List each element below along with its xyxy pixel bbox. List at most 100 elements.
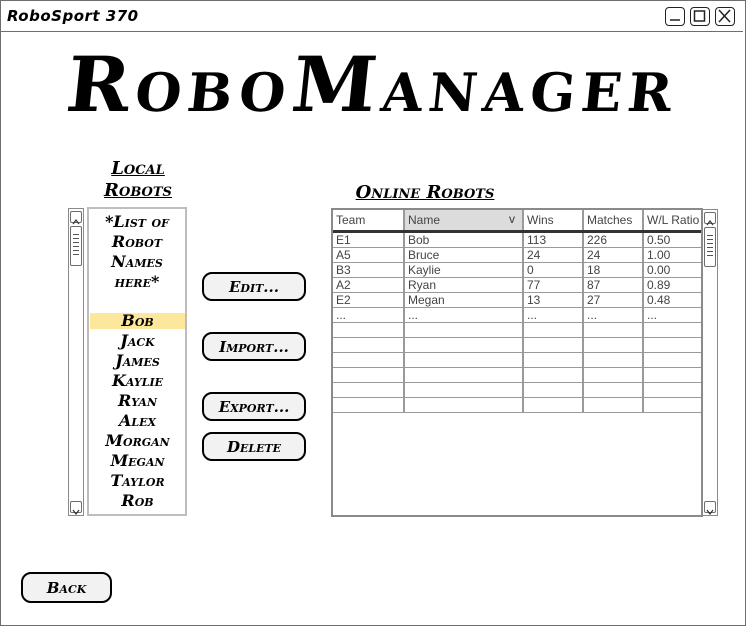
list-item[interactable]: Rob [90,493,185,509]
table-cell: 0.89 [643,277,701,293]
online-robots-label: Online Robots [355,182,495,203]
app-title: RoboManager [62,40,684,129]
close-icon[interactable] [715,7,735,26]
list-item[interactable]: Ryan [90,393,185,409]
table-cell [643,322,701,338]
scroll-up-arrow-icon[interactable] [704,212,716,226]
table-cell [643,337,701,353]
online-table-scrollbar[interactable] [702,209,718,516]
table-cell [404,367,524,383]
edit-button[interactable]: Edit... [202,272,306,301]
scroll-thumb[interactable] [704,227,716,267]
table-cell [523,382,584,398]
table-cell [583,397,644,413]
table-cell [333,367,405,383]
table-cell: 13 [523,292,584,308]
table-row[interactable] [333,322,701,338]
table-cell: 0.50 [643,231,701,248]
table-row[interactable] [333,337,701,353]
local-robots-label: Local Robots [88,158,188,202]
window-title: RoboSport 370 [7,7,139,25]
table-row[interactable] [333,352,701,368]
table-cell: Bob [404,231,524,248]
local-robots-label-line1: Local [111,158,165,179]
list-item[interactable]: Jack [90,333,185,349]
table-row[interactable]: E1 Bob 113 226 0.50 [333,231,701,248]
table-cell: 1.00 [643,247,701,263]
list-item[interactable]: Alex [90,413,185,429]
table-cell: Megan [404,292,524,308]
local-robots-list[interactable]: *List of Robot Names here* Bob Jack Jame… [87,207,187,516]
column-header-name-label: Name [408,213,441,227]
table-cell: 113 [523,231,584,248]
table-cell [523,322,584,338]
list-item[interactable]: James [90,353,185,369]
table-header-row: Team Name v Wins Matches W/L Ratio [333,210,701,233]
scroll-down-arrow-icon[interactable] [70,501,82,515]
table-cell [643,367,701,383]
import-button[interactable]: Import... [202,332,306,361]
list-item[interactable]: Megan [90,453,185,469]
scroll-thumb[interactable] [70,226,82,266]
table-cell: B3 [333,262,405,278]
table-cell: ... [643,307,701,323]
table-cell: A2 [333,277,405,293]
placeholder-line: Names [111,252,163,271]
table-row[interactable] [333,367,701,383]
table-cell: Bruce [404,247,524,263]
sort-indicator-icon: v [509,212,515,226]
list-item-selected[interactable]: Bob [90,313,185,329]
table-cell: 226 [583,231,644,248]
table-cell: 24 [583,247,644,263]
list-item[interactable]: Taylor [90,473,185,489]
table-cell [583,322,644,338]
table-cell [523,397,584,413]
table-row[interactable]: A2 Ryan 77 87 0.89 [333,277,701,293]
table-cell: E1 [333,231,405,248]
scroll-down-arrow-icon[interactable] [704,501,716,515]
title-bar: RoboSport 370 [1,1,743,32]
table-cell [523,367,584,383]
online-robots-table[interactable]: Team Name v Wins Matches W/L Ratio E1 Bob 1… [331,208,703,517]
maximize-icon[interactable] [690,7,710,26]
column-header-wl-ratio[interactable]: W/L Ratio [643,210,701,233]
table-cell [333,352,405,368]
table-cell: 87 [583,277,644,293]
table-cell [333,382,405,398]
table-cell [643,397,701,413]
delete-button[interactable]: Delete [202,432,306,461]
table-row[interactable]: B3 Kaylie 0 18 0.00 [333,262,701,278]
local-list-scrollbar[interactable] [68,208,84,516]
table-cell: ... [523,307,584,323]
table-cell [333,397,405,413]
list-item[interactable]: Morgan [90,433,185,449]
table-cell: A5 [333,247,405,263]
list-placeholder-note: *List of Robot Names here* [89,212,185,292]
table-cell: 0.00 [643,262,701,278]
column-header-matches[interactable]: Matches [583,210,644,233]
column-header-name[interactable]: Name v [404,210,524,233]
table-cell: Ryan [404,277,524,293]
table-cell [404,322,524,338]
table-cell: 27 [583,292,644,308]
minimize-icon[interactable] [665,7,685,26]
table-cell: 24 [523,247,584,263]
table-cell [404,337,524,353]
table-row[interactable]: ............... [333,307,701,323]
column-header-team[interactable]: Team [333,210,405,233]
placeholder-line: here* [114,272,160,291]
table-row[interactable] [333,397,701,413]
column-header-wins[interactable]: Wins [523,210,584,233]
table-cell: ... [404,307,524,323]
table-cell [404,352,524,368]
back-button[interactable]: Back [21,572,112,603]
table-cell [404,382,524,398]
list-item[interactable]: Kaylie [90,373,185,389]
table-row[interactable]: A5 Bruce 24 24 1.00 [333,247,701,263]
table-cell: Kaylie [404,262,524,278]
table-cell: 0 [523,262,584,278]
scroll-up-arrow-icon[interactable] [70,211,82,225]
export-button[interactable]: Export... [202,392,306,421]
table-row[interactable] [333,382,701,398]
table-row[interactable]: E2 Megan 13 27 0.48 [333,292,701,308]
